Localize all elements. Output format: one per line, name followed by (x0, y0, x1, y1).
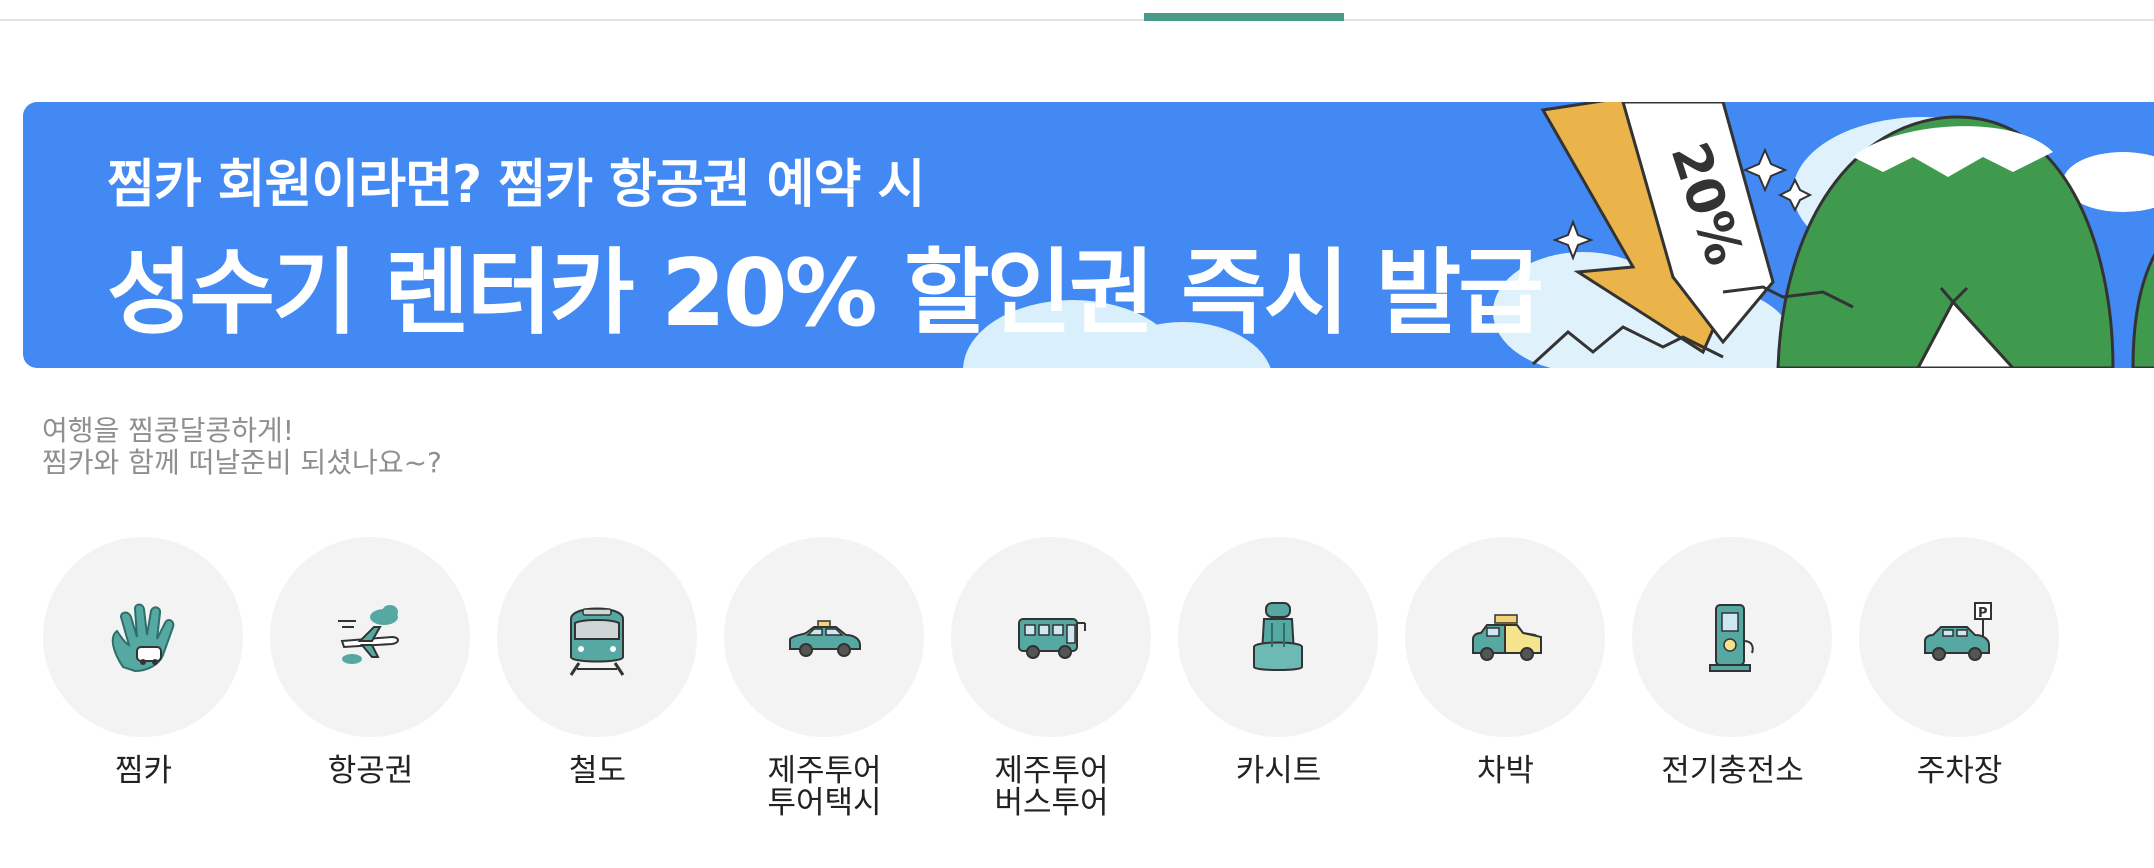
category-icon-circle (1405, 537, 1605, 737)
category-label: 주차장 (1916, 753, 2003, 789)
category-label: 항공권 (327, 753, 414, 789)
category-label: 제주투어 투어택시 (767, 753, 882, 821)
category-icon-circle: P (1859, 537, 2059, 737)
category-icon-circle (724, 537, 924, 737)
category-label: 찜카 (114, 753, 173, 789)
ev-charger-icon (1709, 604, 1754, 672)
category-icon-circle (270, 537, 470, 737)
category-label: 철도 (568, 753, 627, 789)
car-seat-icon (1253, 602, 1303, 671)
train-icon (569, 607, 625, 676)
category-menu: 찜카 항공권 철도 제주투어 투어택시 제주투어 버스투어 카시트 차박 전기충… (0, 0, 2154, 868)
category-label: 전기충전소 (1661, 753, 1804, 789)
category-label: 차박 (1476, 753, 1535, 789)
taxi-icon (789, 620, 861, 657)
category-icon-circle (1632, 537, 1832, 737)
airplane-icon (338, 605, 399, 664)
parking-icon: P (1924, 602, 1992, 661)
zzimcar-hand-icon (111, 603, 175, 673)
category-icon-circle (43, 537, 243, 737)
category-icon-circle (1178, 537, 1378, 737)
category-icon-circle (497, 537, 697, 737)
bus-icon (1018, 618, 1086, 659)
category-label: 제주투어 버스투어 (994, 753, 1109, 821)
car-camping-icon (1472, 614, 1542, 661)
svg-text:P: P (1978, 606, 1988, 621)
category-label: 카시트 (1235, 753, 1322, 789)
category-icon-circle (951, 537, 1151, 737)
